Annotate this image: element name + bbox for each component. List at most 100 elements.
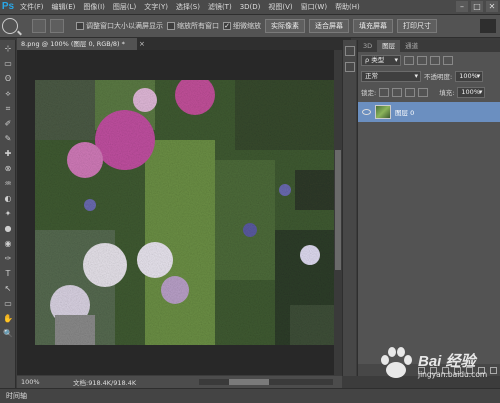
pixel-filter-icon[interactable] (404, 55, 414, 65)
menu-help[interactable]: 帮助(H) (331, 2, 364, 12)
paw-logo-icon (381, 347, 412, 378)
checkbox-box-checked[interactable]: ✓ (223, 22, 231, 30)
hand-tool-icon[interactable]: ✋ (1, 313, 15, 325)
close-button[interactable]: ✕ (486, 1, 498, 12)
canvas-image[interactable] (35, 80, 337, 345)
adjustment-filter-icon[interactable] (417, 55, 427, 65)
lock-all-icon[interactable] (418, 87, 429, 97)
zoom-all-windows-checkbox[interactable]: 缩放所有窗口 (167, 21, 219, 31)
checkbox-label: 细微缩放 (233, 22, 261, 30)
horizontal-scrollbar[interactable] (199, 379, 333, 385)
menu-bar: Ps 文件(F) 编辑(E) 图像(I) 图层(L) 文字(Y) 选择(S) 滤… (0, 0, 500, 14)
window-controls: – □ ✕ (456, 1, 498, 12)
zoom-level[interactable]: 100% (17, 378, 45, 386)
zoom-tool-icon[interactable]: 🔍 (1, 328, 15, 340)
workspace-switcher-button[interactable] (480, 19, 496, 33)
history-brush-tool-icon[interactable]: ♒ (1, 178, 15, 190)
fit-screen-button[interactable]: 适合屏幕 (309, 19, 349, 33)
layer-filter-row: ρ 类型 (358, 52, 500, 68)
path-select-tool-icon[interactable]: ↖ (1, 283, 15, 295)
eraser-tool-icon[interactable]: ◐ (1, 193, 15, 205)
checkbox-box[interactable] (167, 22, 175, 30)
shape-filter-icon[interactable] (443, 55, 453, 65)
gradient-tool-icon[interactable]: ✦ (1, 208, 15, 220)
minimize-button[interactable]: – (456, 1, 468, 12)
pen-tool-icon[interactable]: ✑ (1, 253, 15, 265)
blend-mode-select[interactable]: 正常 (361, 70, 421, 82)
dodge-tool-icon[interactable]: ◉ (1, 238, 15, 250)
lock-transparency-icon[interactable] (379, 87, 390, 97)
menu-layer[interactable]: 图层(L) (109, 2, 140, 12)
menu-type[interactable]: 文字(Y) (140, 2, 172, 12)
history-panel-icon[interactable] (345, 46, 355, 56)
brush-tool-icon[interactable]: ✚ (1, 148, 15, 160)
type-filter-icon[interactable] (430, 55, 440, 65)
lasso-tool-icon[interactable]: ʘ (1, 73, 15, 85)
quick-select-tool-icon[interactable]: ⟡ (1, 88, 15, 100)
maximize-button[interactable]: □ (471, 1, 483, 12)
layer-name[interactable]: 图层 0 (395, 107, 414, 117)
tab-layers[interactable]: 图层 (377, 40, 401, 52)
lock-pixels-icon[interactable] (392, 87, 403, 97)
crop-tool-icon[interactable]: ⌗ (1, 103, 15, 115)
checkbox-label: 调整窗口大小以满屏显示 (86, 22, 163, 30)
menu-select[interactable]: 选择(S) (172, 2, 204, 12)
tools-panel: ⊹ ▭ ʘ ⟡ ⌗ ✐ ✎ ✚ ⊗ ♒ ◐ ✦ ● ◉ ✑ T ↖ ▭ ✋ 🔍 (0, 40, 16, 390)
healing-brush-tool-icon[interactable]: ✎ (1, 133, 15, 145)
photoshop-logo: Ps (1, 1, 15, 12)
menu-edit[interactable]: 编辑(E) (48, 2, 80, 12)
document-size[interactable]: 文档:918.4K/918.4K (45, 377, 136, 387)
resize-windows-checkbox[interactable]: 调整窗口大小以满屏显示 (76, 21, 163, 31)
menu-image[interactable]: 图像(I) (79, 2, 109, 12)
properties-panel-icon[interactable] (345, 62, 355, 72)
fill-input[interactable]: 100% (457, 86, 486, 98)
menu-file[interactable]: 文件(F) (16, 2, 48, 12)
checkbox-box[interactable] (76, 22, 84, 30)
status-bar: 100% 文档:918.4K/918.4K (17, 376, 342, 388)
marquee-tool-icon[interactable]: ▭ (1, 58, 15, 70)
close-tab-icon[interactable]: × (139, 38, 145, 50)
tab-3d[interactable]: 3D (358, 40, 377, 52)
visibility-eye-icon[interactable] (362, 109, 371, 115)
canvas-area[interactable] (17, 50, 337, 375)
lock-fill-row: 锁定: 填充: 100% (358, 84, 500, 100)
actual-pixels-button[interactable]: 实际像素 (265, 19, 305, 33)
zoom-in-button[interactable] (32, 19, 46, 33)
lock-position-icon[interactable] (405, 87, 416, 97)
move-tool-icon[interactable]: ⊹ (1, 43, 15, 55)
eyedropper-tool-icon[interactable]: ✐ (1, 118, 15, 130)
document-tab-bar: 8.png @ 100% (图层 0, RGB/8) * × (17, 38, 351, 50)
options-bar: 调整窗口大小以满屏显示 缩放所有窗口 ✓ 细微缩放 实际像素 适合屏幕 填充屏幕… (0, 14, 500, 38)
fill-screen-button[interactable]: 填充屏幕 (353, 19, 393, 33)
menu-view[interactable]: 视图(V) (264, 2, 296, 12)
blend-opacity-row: 正常 不透明度: 100% (358, 68, 500, 84)
menu-3d[interactable]: 3D(D) (236, 3, 265, 11)
watermark-brand: Bai 经验 (418, 353, 476, 370)
horizontal-scroll-thumb[interactable] (229, 379, 269, 385)
vertical-scrollbar[interactable] (334, 50, 342, 375)
vertical-scroll-thumb[interactable] (335, 150, 341, 270)
zoom-tool-icon[interactable] (2, 18, 18, 34)
layer-filter-select[interactable]: ρ 类型 (361, 54, 401, 66)
opacity-input[interactable]: 100% (455, 70, 484, 82)
layer-row[interactable]: 图层 0 (358, 102, 500, 122)
menu-window[interactable]: 窗口(W) (297, 2, 331, 12)
checkbox-label: 缩放所有窗口 (177, 22, 219, 30)
shape-tool-icon[interactable]: ▭ (1, 298, 15, 310)
panel-tabs: 3D 图层 通道 (358, 40, 500, 52)
type-tool-icon[interactable]: T (1, 268, 15, 280)
baidu-jingyan-watermark: Bai 经验 jingyan.baidu.com (378, 346, 496, 388)
blur-tool-icon[interactable]: ● (1, 223, 15, 235)
scrubby-zoom-checkbox[interactable]: ✓ 细微缩放 (223, 21, 261, 31)
tab-channels[interactable]: 通道 (400, 40, 423, 52)
clone-stamp-tool-icon[interactable]: ⊗ (1, 163, 15, 175)
print-size-button[interactable]: 打印尺寸 (397, 19, 437, 33)
layer-thumbnail[interactable] (375, 105, 391, 119)
opacity-label: 不透明度: (424, 73, 453, 81)
collapsed-panel-dock (342, 40, 356, 376)
zoom-out-button[interactable] (50, 19, 64, 33)
document-tab[interactable]: 8.png @ 100% (图层 0, RGB/8) * (17, 38, 137, 50)
menu-filter[interactable]: 滤镜(T) (204, 2, 236, 12)
watermark-url: jingyan.baidu.com (418, 370, 488, 379)
timeline-tab[interactable]: 时间轴 (0, 388, 500, 403)
